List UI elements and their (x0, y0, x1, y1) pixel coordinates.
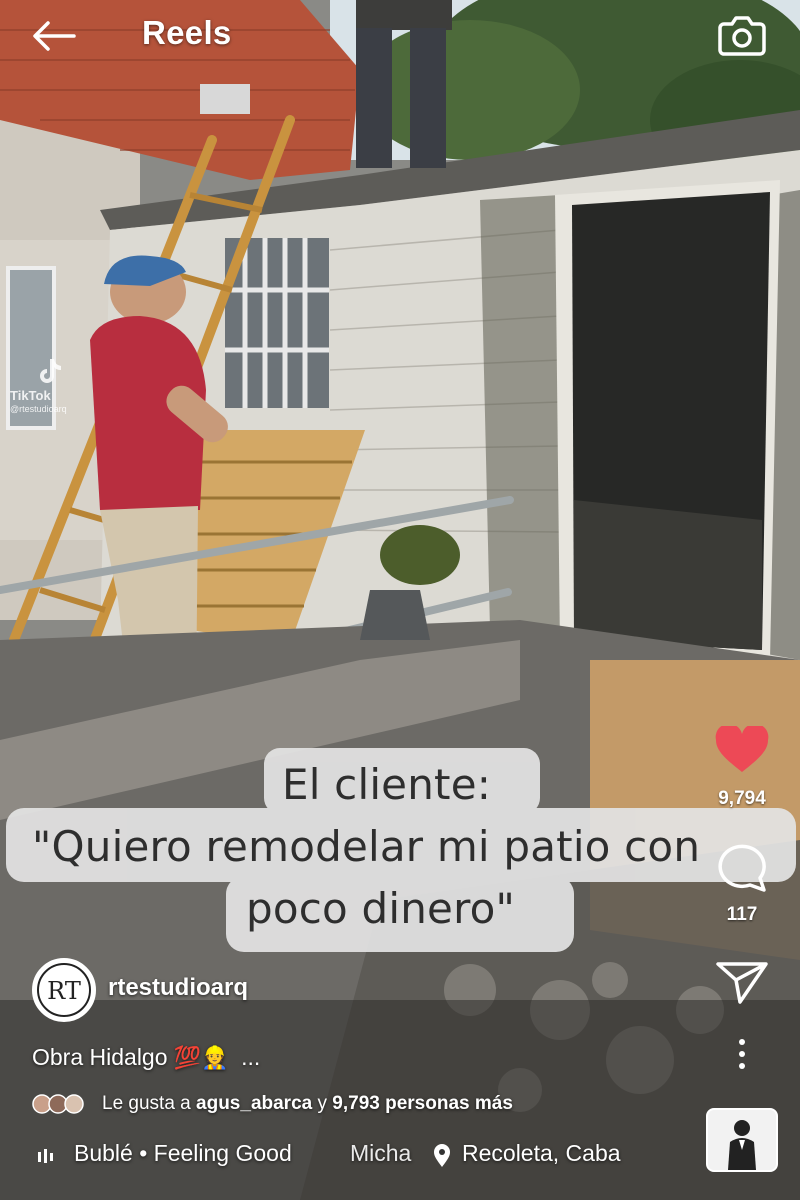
reels-header: Reels (0, 0, 800, 72)
tiktok-brand: TikTok (10, 388, 51, 403)
post-caption-text: Obra Hidalgo (32, 1044, 168, 1070)
page-title: Reels (142, 14, 232, 51)
post-caption[interactable]: Obra Hidalgo 💯👷 ... (32, 1044, 260, 1071)
audio-track[interactable]: Bublé • Feeling Good (74, 1140, 292, 1167)
avatar[interactable]: RT (32, 958, 96, 1022)
liked-by-user[interactable]: agus_abarca (196, 1093, 312, 1114)
location-pin-icon (434, 1144, 450, 1167)
video-frame[interactable] (0, 0, 800, 1200)
caption-line-3: poco dinero" (246, 884, 516, 933)
caption-more[interactable]: ... (241, 1044, 260, 1070)
camera-icon[interactable] (716, 14, 768, 58)
likes-others[interactable]: 9,793 personas más (332, 1093, 513, 1114)
tiktok-watermark: TikTok @rtestudioarq (8, 356, 118, 416)
send-icon[interactable] (714, 958, 770, 1006)
comments-count[interactable]: 117 (694, 904, 790, 926)
audio-track-overflow: Micha (350, 1140, 412, 1166)
heart-icon[interactable] (714, 726, 770, 774)
rt-logo-icon: RT (37, 963, 91, 1017)
tiktok-logo-icon (40, 359, 61, 383)
audio-thumbnail[interactable] (706, 1108, 778, 1172)
audio-artist-icon (708, 1110, 776, 1170)
comment-icon[interactable] (714, 838, 770, 894)
liked-by-text: Le gusta a agus_abarca y 9,793 personas … (102, 1093, 513, 1115)
tiktok-user: @rtestudioarq (10, 404, 67, 414)
post-caption-emoji: 💯👷 (173, 1045, 229, 1070)
more-vertical-icon[interactable] (730, 1036, 754, 1072)
likes-joiner: y (317, 1093, 328, 1114)
caption-line-2: "Quiero remodelar mi patio con (32, 822, 701, 871)
svg-text:RT: RT (47, 977, 81, 1005)
likes-prefix: Le gusta a (102, 1093, 191, 1114)
audio-wave-icon (38, 1149, 53, 1163)
username[interactable]: rtestudioarq (108, 974, 248, 1002)
arrow-left-icon[interactable] (30, 18, 78, 54)
liker-avatars (32, 1094, 84, 1114)
caption-line-1: El cliente: (282, 760, 492, 809)
location-label[interactable]: Recoleta, Caba (462, 1140, 621, 1167)
likes-count[interactable]: 9,794 (694, 788, 790, 810)
